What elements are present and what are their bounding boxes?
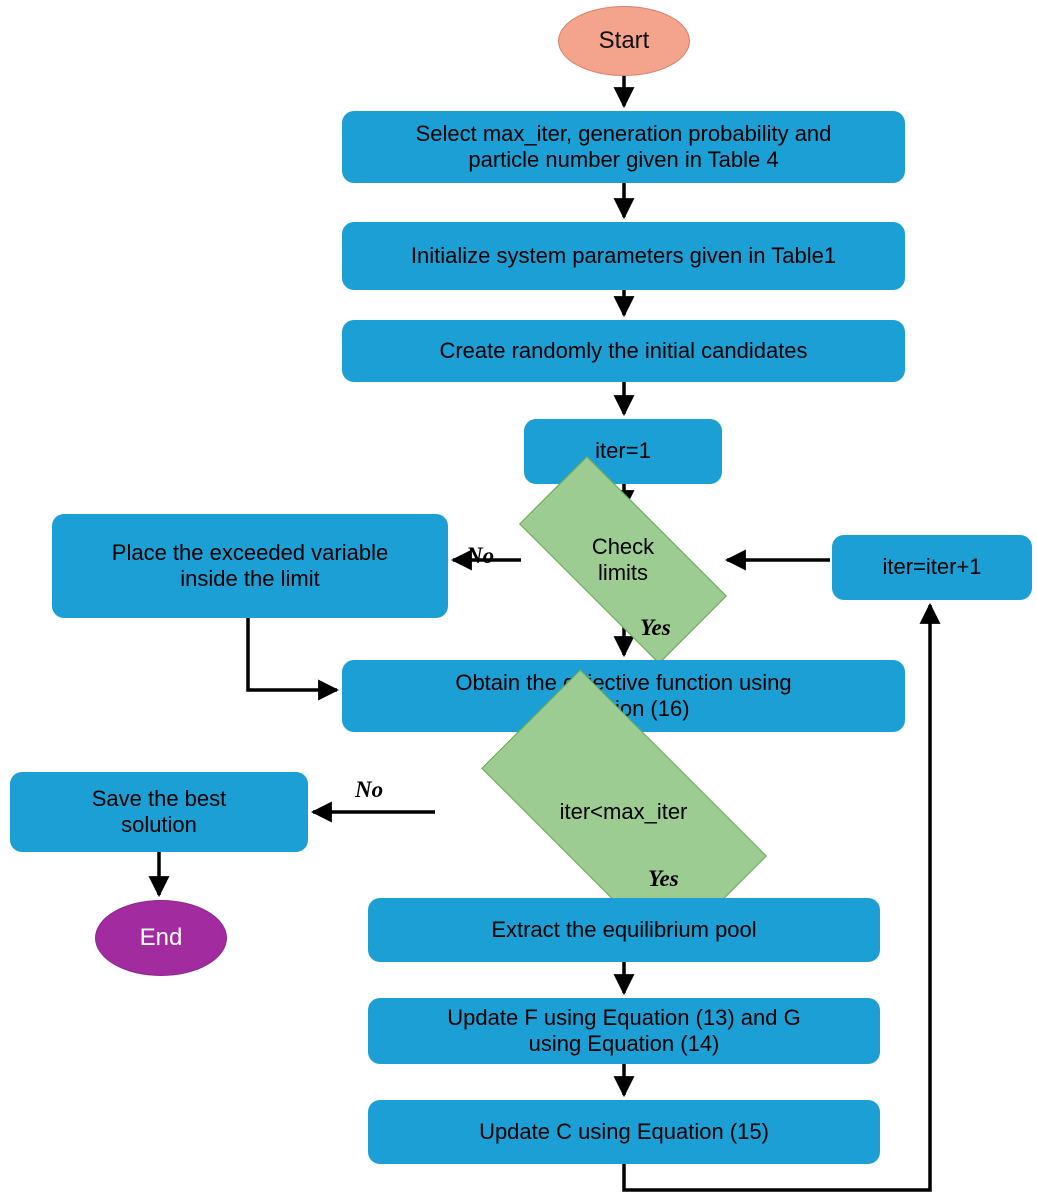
node-save-best-solution[interactable]: Save the best solution bbox=[10, 772, 308, 852]
node-iter-increment-label: iter=iter+1 bbox=[882, 554, 982, 580]
node-iter-init[interactable]: iter=1 bbox=[524, 419, 722, 484]
edge-label-iter-check-yes: Yes bbox=[648, 866, 679, 891]
node-iter-less-than-max-iter[interactable]: iter<max_iter bbox=[437, 669, 810, 955]
node-initialize-system[interactable]: Initialize system parameters given in Ta… bbox=[342, 222, 905, 290]
node-select-parameters-label: Select max_iter, generation probability … bbox=[415, 120, 832, 172]
node-save-best-solution-label: Save the best solution bbox=[91, 785, 227, 837]
flowchart-canvas: Start Select max_iter, generation probab… bbox=[0, 0, 1037, 1200]
node-check-limits[interactable]: Check limits bbox=[519, 456, 727, 664]
edge-label-iter-check-no: No bbox=[355, 777, 384, 802]
node-place-exceeded-variable-label: Place the exceeded variable inside the l… bbox=[111, 539, 389, 591]
edge-place-to-obtain bbox=[246, 618, 340, 701]
node-update-f-and-g-label: Update F using Equation (13) and G using… bbox=[447, 1004, 801, 1056]
node-iter-increment[interactable]: iter=iter+1 bbox=[832, 535, 1032, 600]
node-extract-equilibrium-pool-label: Extract the equilibrium pool bbox=[491, 916, 757, 942]
node-place-exceeded-variable[interactable]: Place the exceeded variable inside the l… bbox=[52, 514, 448, 618]
node-select-parameters[interactable]: Select max_iter, generation probability … bbox=[342, 111, 905, 183]
node-update-c-label: Update C using Equation (15) bbox=[479, 1118, 769, 1144]
node-create-candidates-label: Create randomly the initial candidates bbox=[439, 337, 808, 363]
node-create-candidates[interactable]: Create randomly the initial candidates bbox=[342, 320, 905, 382]
node-extract-equilibrium-pool[interactable]: Extract the equilibrium pool bbox=[368, 898, 880, 962]
node-update-c[interactable]: Update C using Equation (15) bbox=[368, 1100, 880, 1164]
node-update-f-and-g[interactable]: Update F using Equation (13) and G using… bbox=[368, 998, 880, 1064]
node-check-limits-label: Check limits bbox=[591, 533, 655, 585]
node-end-label: End bbox=[139, 923, 183, 951]
node-end[interactable]: End bbox=[95, 900, 227, 976]
edge-label-check-limits-yes: Yes bbox=[640, 615, 671, 640]
node-start[interactable]: Start bbox=[558, 6, 690, 76]
edge-label-check-limits-no: No bbox=[466, 543, 495, 568]
node-initialize-system-label: Initialize system parameters given in Ta… bbox=[410, 242, 837, 268]
node-iter-init-label: iter=1 bbox=[595, 438, 651, 464]
node-start-label: Start bbox=[598, 26, 650, 54]
node-iter-less-than-max-iter-label: iter<max_iter bbox=[559, 798, 688, 824]
